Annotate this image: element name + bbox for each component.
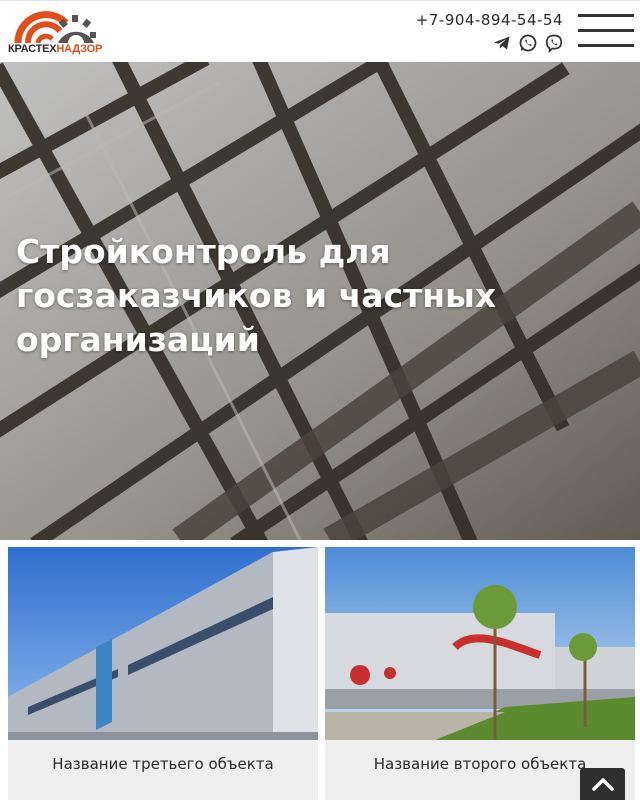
gear-arc-icon [14,11,96,44]
hero-banner: Стройконтроль для госзаказчиков и частны… [0,62,640,540]
project-card[interactable]: Название второго объекта [325,547,635,800]
viber-icon[interactable] [544,33,564,53]
logo-text-part1: КРАСТЕХ [8,43,57,55]
phone-link[interactable]: +7-904-894-54-54 [416,11,563,29]
whatsapp-icon[interactable] [518,33,538,53]
project-photo [325,547,635,740]
project-photo [8,547,318,740]
projects-gallery: Название третьего объекта Название второ… [0,540,640,800]
hero-title: Стройконтроль для госзаказчиков и частны… [16,232,497,359]
hamburger-menu-icon[interactable] [578,14,634,48]
site-header: КРАСТЕХНАДЗОР +7-904-894-54-54 [0,0,640,62]
telegram-icon[interactable] [492,33,512,53]
project-title: Название третьего объекта [52,755,274,773]
scroll-to-top-button[interactable] [580,768,625,800]
messenger-links [492,33,564,53]
logo-text-part2: НАДЗОР [56,43,103,55]
logo[interactable]: КРАСТЕХНАДЗОР [8,5,102,59]
chevron-up-icon [592,778,614,791]
project-card[interactable]: Название третьего объекта [8,547,318,800]
